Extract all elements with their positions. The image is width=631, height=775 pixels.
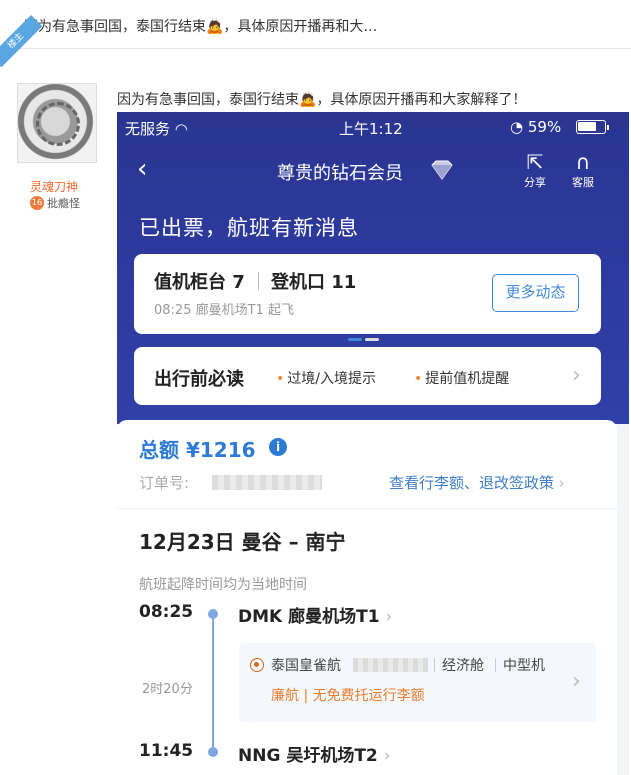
chevron-right-icon: › [558, 474, 565, 492]
chevron-right-icon: › [572, 669, 581, 694]
divider [0, 48, 631, 49]
total-price: 总额 ¥1216 [139, 438, 256, 462]
chevron-right-icon: › [572, 363, 581, 388]
tip-transit[interactable]: 过境/入境提示 [276, 368, 376, 388]
counter-label: 值机柜台 7 [154, 272, 245, 293]
policy-link-label: 查看行李额、退改签政策 [389, 474, 555, 492]
timeline-dot [208, 609, 218, 619]
depart-airport[interactable]: DMK 廊曼机场T1 › [238, 602, 392, 627]
separator [495, 658, 496, 672]
username[interactable]: 灵魂刀神 [30, 178, 78, 195]
tip-checkin[interactable]: 提前值机提醒 [414, 368, 509, 388]
carousel-dots [348, 326, 382, 345]
must-read-title: 出行前必读 [154, 369, 244, 390]
service-label: 客服 [572, 176, 594, 189]
flight-detail[interactable]: 泰国皇雀航 经济舱 中型机 廉航 | 无免费托运行李额 › [239, 643, 596, 722]
chevron-right-icon: › [385, 607, 393, 627]
depart-airport-label: DMK 廊曼机场T1 [238, 607, 380, 627]
airline-name: 泰国皇雀航 [271, 658, 341, 674]
status-battery: ◔ 59% [510, 118, 561, 136]
user-rank: 16 批瘾怪 [30, 195, 80, 211]
nav-title: 尊贵的钻石会员 [277, 163, 403, 184]
status-carrier: 无服务 ◠ [125, 118, 188, 139]
route-title: 12月23日 曼谷 – 南宁 [139, 530, 346, 554]
aircraft-type: 中型机 [503, 658, 545, 674]
low-cost-note: 廉航 | 无免费托运行李额 [271, 688, 425, 704]
timezone-note: 航班起降时间均为当地时间 [139, 577, 307, 593]
wifi-icon: ◠ [174, 120, 188, 138]
more-updates-button[interactable]: 更多动态 [492, 274, 579, 312]
op-badge: 楼主 [0, 14, 43, 68]
dot [365, 338, 379, 341]
arrive-airport-label: NNG 吴圩机场T2 [238, 746, 378, 766]
chevron-right-icon: › [383, 746, 391, 766]
flight-screenshot: 无服务 ◠ 上午1:12 ◔ 59% ‹ 尊贵的钻石会员 ⇱ 分享 ∩ 客服 已… [117, 112, 629, 775]
dot-active [348, 338, 362, 341]
arrive-airport[interactable]: NNG 吴圩机场T2 › [238, 741, 391, 766]
airline-logo-icon [250, 658, 264, 672]
level-badge: 16 [30, 196, 44, 210]
gate-label: 登机口 11 [271, 272, 357, 293]
separator [434, 658, 435, 672]
ticket-headline: 已出票，航班有新消息 [139, 216, 359, 240]
status-time: 上午1:12 [339, 120, 403, 138]
order-number-redacted [212, 475, 322, 490]
policy-link[interactable]: 查看行李额、退改签政策 › [389, 472, 565, 493]
timeline-dot [208, 747, 218, 757]
share-button[interactable]: ⇱ 分享 [519, 150, 551, 190]
arrive-time: 11:45 [139, 741, 194, 761]
flight-duration: 2时20分 [142, 682, 193, 697]
post-text: 因为有急事回国，泰国行结束🙇，具体原因开播再和大家解释了！ [117, 92, 527, 108]
flight-number-redacted [353, 658, 428, 672]
carrier-label: 无服务 [125, 120, 171, 138]
divider [117, 508, 617, 509]
info-icon[interactable]: i [269, 438, 287, 456]
battery-label: 59% [527, 118, 562, 136]
headset-icon: ∩ [575, 150, 591, 174]
departure-note: 08:25 廊曼机场T1 起飞 [154, 303, 294, 318]
separator [258, 272, 259, 290]
depart-time: 08:25 [139, 602, 194, 622]
rotation-lock-icon: ◔ [510, 118, 524, 136]
avatar[interactable] [17, 83, 97, 163]
must-read-card[interactable]: 出行前必读 过境/入境提示 提前值机提醒 › [134, 347, 601, 405]
service-button[interactable]: ∩ 客服 [567, 150, 599, 190]
cabin-class: 经济舱 [442, 658, 484, 674]
timeline [212, 612, 214, 752]
thread-title[interactable]: 因为有急事回国，泰国行结束🙇，具体原因开播再和大… [24, 16, 377, 36]
battery-icon [576, 120, 609, 134]
order-number-label: 订单号: [139, 474, 190, 492]
share-label: 分享 [524, 176, 546, 189]
checkin-card[interactable]: 值机柜台 7 登机口 11 08:25 廊曼机场T1 起飞 更多动态 [134, 254, 601, 341]
diamond-icon [431, 160, 453, 180]
back-chevron-icon[interactable]: ‹ [137, 154, 147, 184]
rank-label: 批瘾怪 [47, 197, 80, 210]
avatar-emblem-icon [36, 102, 80, 146]
share-icon: ⇱ [526, 150, 544, 174]
op-badge-label: 楼主 [6, 31, 27, 52]
